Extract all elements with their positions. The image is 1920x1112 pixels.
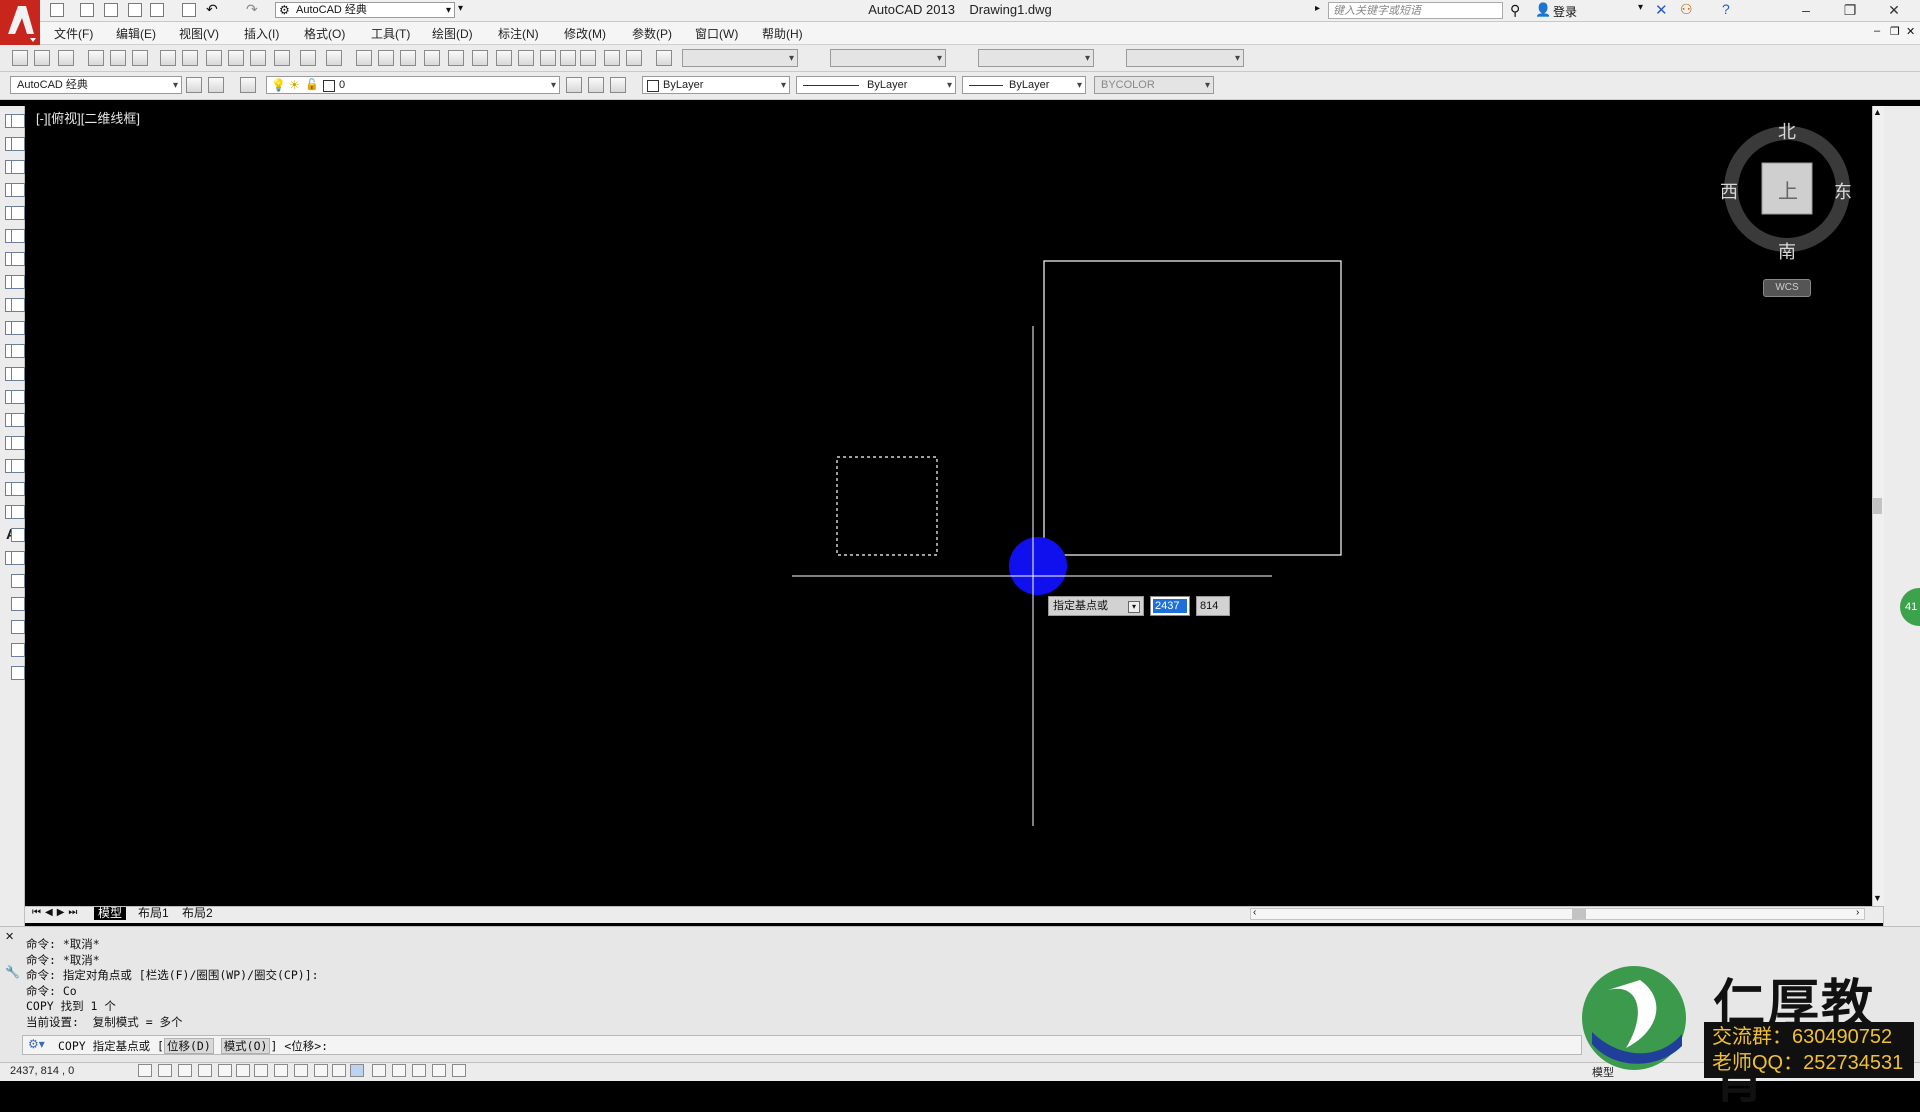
wcs-menu-button[interactable]: WCS bbox=[1763, 279, 1811, 297]
tab-layout1[interactable]: 布局1 bbox=[134, 907, 173, 920]
viewcube-west[interactable]: 西 bbox=[1720, 178, 1738, 204]
status-toggle-9-icon[interactable] bbox=[294, 1064, 308, 1077]
group-number: 交流群：630490752 bbox=[1712, 1026, 1893, 1048]
status-toggle-15-icon[interactable] bbox=[412, 1064, 426, 1077]
status-toggle-10-icon[interactable] bbox=[314, 1064, 328, 1077]
option-displacement[interactable]: 位移(D) bbox=[163, 1038, 214, 1054]
status-toggle-11-icon[interactable] bbox=[332, 1064, 346, 1077]
status-toggle-6-icon[interactable] bbox=[236, 1064, 250, 1077]
command-history-line: 命令: 指定对角点或 [栏选(F)/圈围(WP)/圈交(CP)]: bbox=[26, 968, 319, 983]
status-toggle-13-icon[interactable] bbox=[372, 1064, 386, 1077]
status-toggle-1-icon[interactable] bbox=[138, 1064, 152, 1077]
command-prompt-prefix: COPY 指定基点或 [ bbox=[58, 1039, 164, 1053]
vertical-scroll-thumb[interactable] bbox=[1873, 498, 1882, 514]
selected-small-rectangle[interactable] bbox=[836, 456, 938, 556]
teacher-qq: 老师QQ：252734531 bbox=[1712, 1052, 1904, 1074]
command-prompt-text: COPY 指定基点或 [位移(D) 模式(O)] <位移>: bbox=[58, 1038, 328, 1054]
brand-contact-box: 交流群：630490752 老师QQ：252734531 bbox=[1704, 1022, 1914, 1078]
status-toggle-7-icon[interactable] bbox=[254, 1064, 268, 1077]
dynamic-input-y-field[interactable]: 814 bbox=[1196, 596, 1230, 616]
status-toggle-14-icon[interactable] bbox=[392, 1064, 406, 1077]
tab-layout2[interactable]: 布局2 bbox=[178, 907, 217, 920]
tab-model[interactable]: 模型 bbox=[94, 907, 127, 920]
viewcube-north[interactable]: 北 bbox=[1778, 118, 1796, 144]
status-toggle-12-icon[interactable] bbox=[350, 1064, 364, 1077]
status-toggle-3-icon[interactable] bbox=[178, 1064, 192, 1077]
cursor-highlight-marker bbox=[1009, 537, 1067, 595]
command-history-line: 命令: *取消* bbox=[26, 937, 100, 951]
command-history-line: 命令: *取消* bbox=[26, 952, 100, 967]
viewcube-top-label: 上 bbox=[1778, 181, 1798, 203]
horizontal-scrollbar[interactable] bbox=[1250, 908, 1865, 920]
command-history-line: 当前设置: 复制模式 = 多个 bbox=[26, 1014, 183, 1029]
viewcube-south[interactable]: 南 bbox=[1778, 238, 1796, 264]
command-history-line: COPY 找到 1 个 bbox=[26, 999, 116, 1014]
command-close-icon[interactable]: ✕ bbox=[5, 930, 14, 943]
scroll-left-icon[interactable]: ‹ bbox=[1253, 907, 1256, 918]
scroll-up-icon[interactable]: ▲ bbox=[1873, 107, 1882, 117]
x-value: 2437 bbox=[1153, 599, 1187, 613]
dynamic-input-prompt: 指定基点或 ▾ bbox=[1048, 596, 1144, 616]
large-rectangle[interactable] bbox=[1043, 260, 1342, 556]
scroll-right-icon[interactable]: › bbox=[1856, 907, 1859, 918]
coordinate-readout[interactable]: 2437, 814 , 0 bbox=[10, 1065, 74, 1077]
prompt-options-icon[interactable]: ▾ bbox=[1128, 601, 1140, 613]
dynamic-prompt-text: 指定基点或 bbox=[1053, 600, 1108, 612]
horizontal-scroll-thumb[interactable] bbox=[1572, 909, 1586, 919]
renhou-logo-icon bbox=[1582, 966, 1686, 1070]
status-toggle-16-icon[interactable] bbox=[432, 1064, 446, 1077]
status-toggle-4-icon[interactable] bbox=[198, 1064, 212, 1077]
y-value: 814 bbox=[1200, 600, 1219, 612]
scroll-down-icon[interactable]: ▼ bbox=[1873, 893, 1882, 903]
status-toggle-2-icon[interactable] bbox=[158, 1064, 172, 1077]
status-toggle-5-icon[interactable] bbox=[218, 1064, 232, 1077]
viewcube-east[interactable]: 东 bbox=[1834, 178, 1852, 204]
command-prompt-suffix: ] <位移>: bbox=[270, 1039, 329, 1053]
status-toggle-8-icon[interactable] bbox=[274, 1064, 288, 1077]
command-icon[interactable]: ⚙▾ bbox=[28, 1037, 45, 1051]
dynamic-input-x-field[interactable]: 2437 bbox=[1150, 596, 1190, 616]
command-history-line: 命令: Co bbox=[26, 983, 77, 998]
tab-nav-arrows-icon[interactable]: ⏮◀▶⏭ bbox=[32, 907, 81, 918]
option-mode[interactable]: 模式(O) bbox=[220, 1038, 271, 1054]
command-history: 命令: *取消* 命令: *取消* 命令: 指定对角点或 [栏选(F)/圈围(WP)… bbox=[26, 937, 319, 1031]
status-toggle-17-icon[interactable] bbox=[452, 1064, 466, 1077]
command-settings-icon[interactable]: 🔧 bbox=[5, 965, 20, 979]
